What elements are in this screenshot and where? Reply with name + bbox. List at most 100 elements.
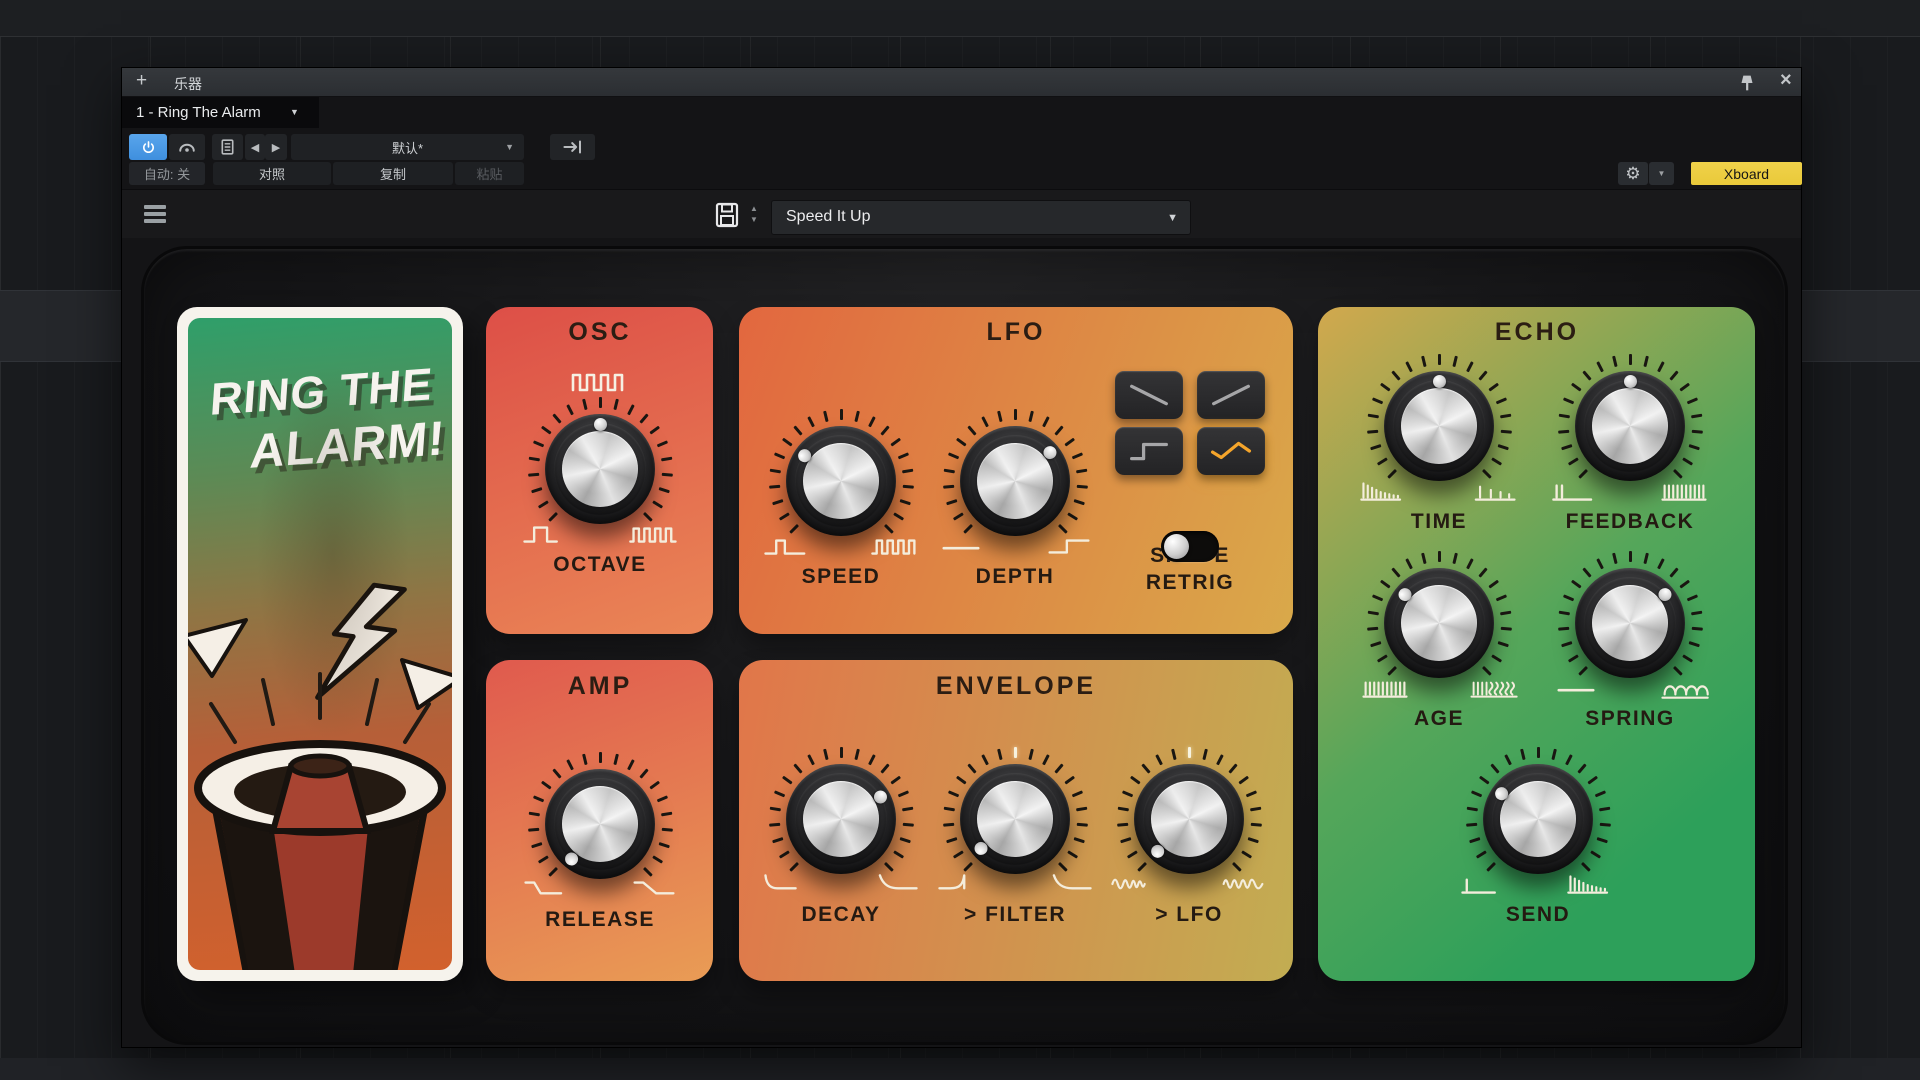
decay-min-icon xyxy=(761,870,813,898)
stepper-down-icon[interactable]: ▼ xyxy=(750,215,758,224)
megaphone-art xyxy=(188,646,452,970)
artwork-title-line2: ALARM! xyxy=(248,411,447,480)
program-dropdown[interactable]: 默认* ▼ xyxy=(291,134,524,160)
pin-icon[interactable] xyxy=(1736,72,1758,94)
lfo-amount-label: > LFO xyxy=(1079,903,1299,927)
chevron-down-icon: ▼ xyxy=(290,107,299,117)
retrig-toggle[interactable] xyxy=(1161,531,1219,562)
timeline-ruler xyxy=(0,0,1920,37)
octave-label: OCTAVE xyxy=(490,553,710,577)
window-titlebar: + 乐器 × xyxy=(122,68,1801,97)
paste-button[interactable]: 粘贴 xyxy=(455,162,524,185)
octave-min-icon xyxy=(520,520,572,548)
lightning-bolt-art xyxy=(302,574,415,714)
next-preset-button[interactable]: ▶ xyxy=(265,134,287,160)
knob-cap xyxy=(1401,585,1477,661)
add-instrument-icon[interactable]: + xyxy=(136,70,147,92)
age-min-icon xyxy=(1359,674,1411,702)
retrig-toggle-handle xyxy=(1164,534,1189,559)
jump-to-icon[interactable] xyxy=(550,134,595,160)
decay-max-icon xyxy=(869,870,921,898)
lfo-shape-triangle-button[interactable] xyxy=(1197,427,1265,475)
release-min-icon xyxy=(520,875,572,903)
spring-min-icon xyxy=(1550,674,1602,702)
knob-cap xyxy=(562,431,638,507)
release-max-icon xyxy=(628,875,680,903)
copy-button[interactable]: 复制 xyxy=(333,162,453,185)
instrument-selector[interactable]: 1 - Ring The Alarm ▼ xyxy=(122,97,319,128)
feedback-label: FEEDBACK xyxy=(1520,510,1740,534)
knob-cap xyxy=(1592,388,1668,464)
knob-cap xyxy=(1151,781,1227,857)
knob-cap xyxy=(1401,388,1477,464)
lfo-amount-min-icon xyxy=(1109,870,1161,898)
preset-strip: ▲ ▼ Speed It Up ▼ xyxy=(122,189,1801,238)
lfo-title: LFO xyxy=(866,318,1166,347)
age-label: AGE xyxy=(1329,707,1549,731)
spring-label: SPRING xyxy=(1520,707,1740,731)
knob-cap xyxy=(977,781,1053,857)
feedback-min-icon xyxy=(1550,477,1602,505)
amp-title: AMP xyxy=(450,672,750,701)
menu-icon[interactable] xyxy=(144,205,166,223)
instrument-window: + 乐器 × 1 - Ring The Alarm ▼ ◀ ▶ 默认* ▼ xyxy=(121,67,1802,1048)
knob-indicator-dot xyxy=(1433,375,1446,388)
xboard-button[interactable]: Xboard xyxy=(1691,162,1802,185)
previous-preset-button[interactable]: ◀ xyxy=(245,134,265,160)
time-label: TIME xyxy=(1329,510,1549,534)
knob-cap xyxy=(1592,585,1668,661)
retrig-label: RETRIG xyxy=(1080,571,1300,595)
chevron-down-icon: ▼ xyxy=(1167,212,1178,224)
knob-cap xyxy=(562,786,638,862)
chevron-down-icon: ▼ xyxy=(505,142,514,152)
knob-cap xyxy=(977,443,1053,519)
knob-indicator-dot xyxy=(594,418,607,431)
save-preset-icon[interactable] xyxy=(715,202,739,228)
time-max-icon xyxy=(1467,477,1519,505)
program-dropdown-label: 默认* xyxy=(392,138,423,157)
settings-dropdown-icon[interactable]: ▼ xyxy=(1649,162,1674,185)
bottom-lane xyxy=(0,1058,1920,1080)
echo-title: ECHO xyxy=(1387,318,1687,347)
event-list-icon[interactable] xyxy=(212,134,243,160)
release-label: RELEASE xyxy=(490,908,710,932)
power-button[interactable] xyxy=(129,134,167,160)
octave-max-icon xyxy=(628,520,680,548)
send-min-icon xyxy=(1458,870,1510,898)
send-label: SEND xyxy=(1428,903,1648,927)
daw-background: + 乐器 × 1 - Ring The Alarm ▼ ◀ ▶ 默认* ▼ xyxy=(0,0,1920,1080)
knob-indicator-dot xyxy=(1624,375,1637,388)
speed-max-icon xyxy=(869,532,921,560)
preset-name: Speed It Up xyxy=(786,208,871,226)
preset-stepper[interactable]: ▲ ▼ xyxy=(747,203,761,227)
knob-cap xyxy=(803,781,879,857)
window-title: 乐器 xyxy=(174,74,202,94)
preset-dropdown[interactable]: Speed It Up ▼ xyxy=(771,200,1191,235)
knob-cap xyxy=(803,443,879,519)
filter-max-icon xyxy=(1043,870,1095,898)
send-max-icon xyxy=(1566,870,1618,898)
instrument-selector-label: 1 - Ring The Alarm xyxy=(136,104,261,121)
artwork-title-line1: RING THE xyxy=(208,358,434,426)
close-icon[interactable]: × xyxy=(1780,69,1792,92)
lfo-shape-square-button[interactable] xyxy=(1115,427,1183,475)
age-max-icon xyxy=(1467,674,1519,702)
lfo-shape-ramp-up-button[interactable] xyxy=(1197,371,1265,419)
feedback-max-icon xyxy=(1658,477,1710,505)
envelope-title: ENVELOPE xyxy=(866,672,1166,701)
filter-min-icon xyxy=(935,870,987,898)
stepper-up-icon[interactable]: ▲ xyxy=(750,204,758,213)
lfo-shape-ramp-down-button[interactable] xyxy=(1115,371,1183,419)
artwork-poster: RING THE ALARM! xyxy=(188,318,452,970)
knob-cap xyxy=(1500,781,1576,857)
gear-icon[interactable]: ⚙ xyxy=(1618,162,1648,185)
depth-min-icon xyxy=(935,532,987,560)
automation-toggle[interactable]: 自动: 关 xyxy=(129,162,205,185)
osc-title: OSC xyxy=(450,318,750,347)
time-min-icon xyxy=(1359,477,1411,505)
compare-button[interactable]: 对照 xyxy=(213,162,331,185)
bypass-icon[interactable] xyxy=(169,134,205,160)
lfo-amount-max-icon xyxy=(1217,870,1269,898)
plugin-artwork: RING THE ALARM! xyxy=(177,307,463,981)
spring-max-icon xyxy=(1658,674,1710,702)
